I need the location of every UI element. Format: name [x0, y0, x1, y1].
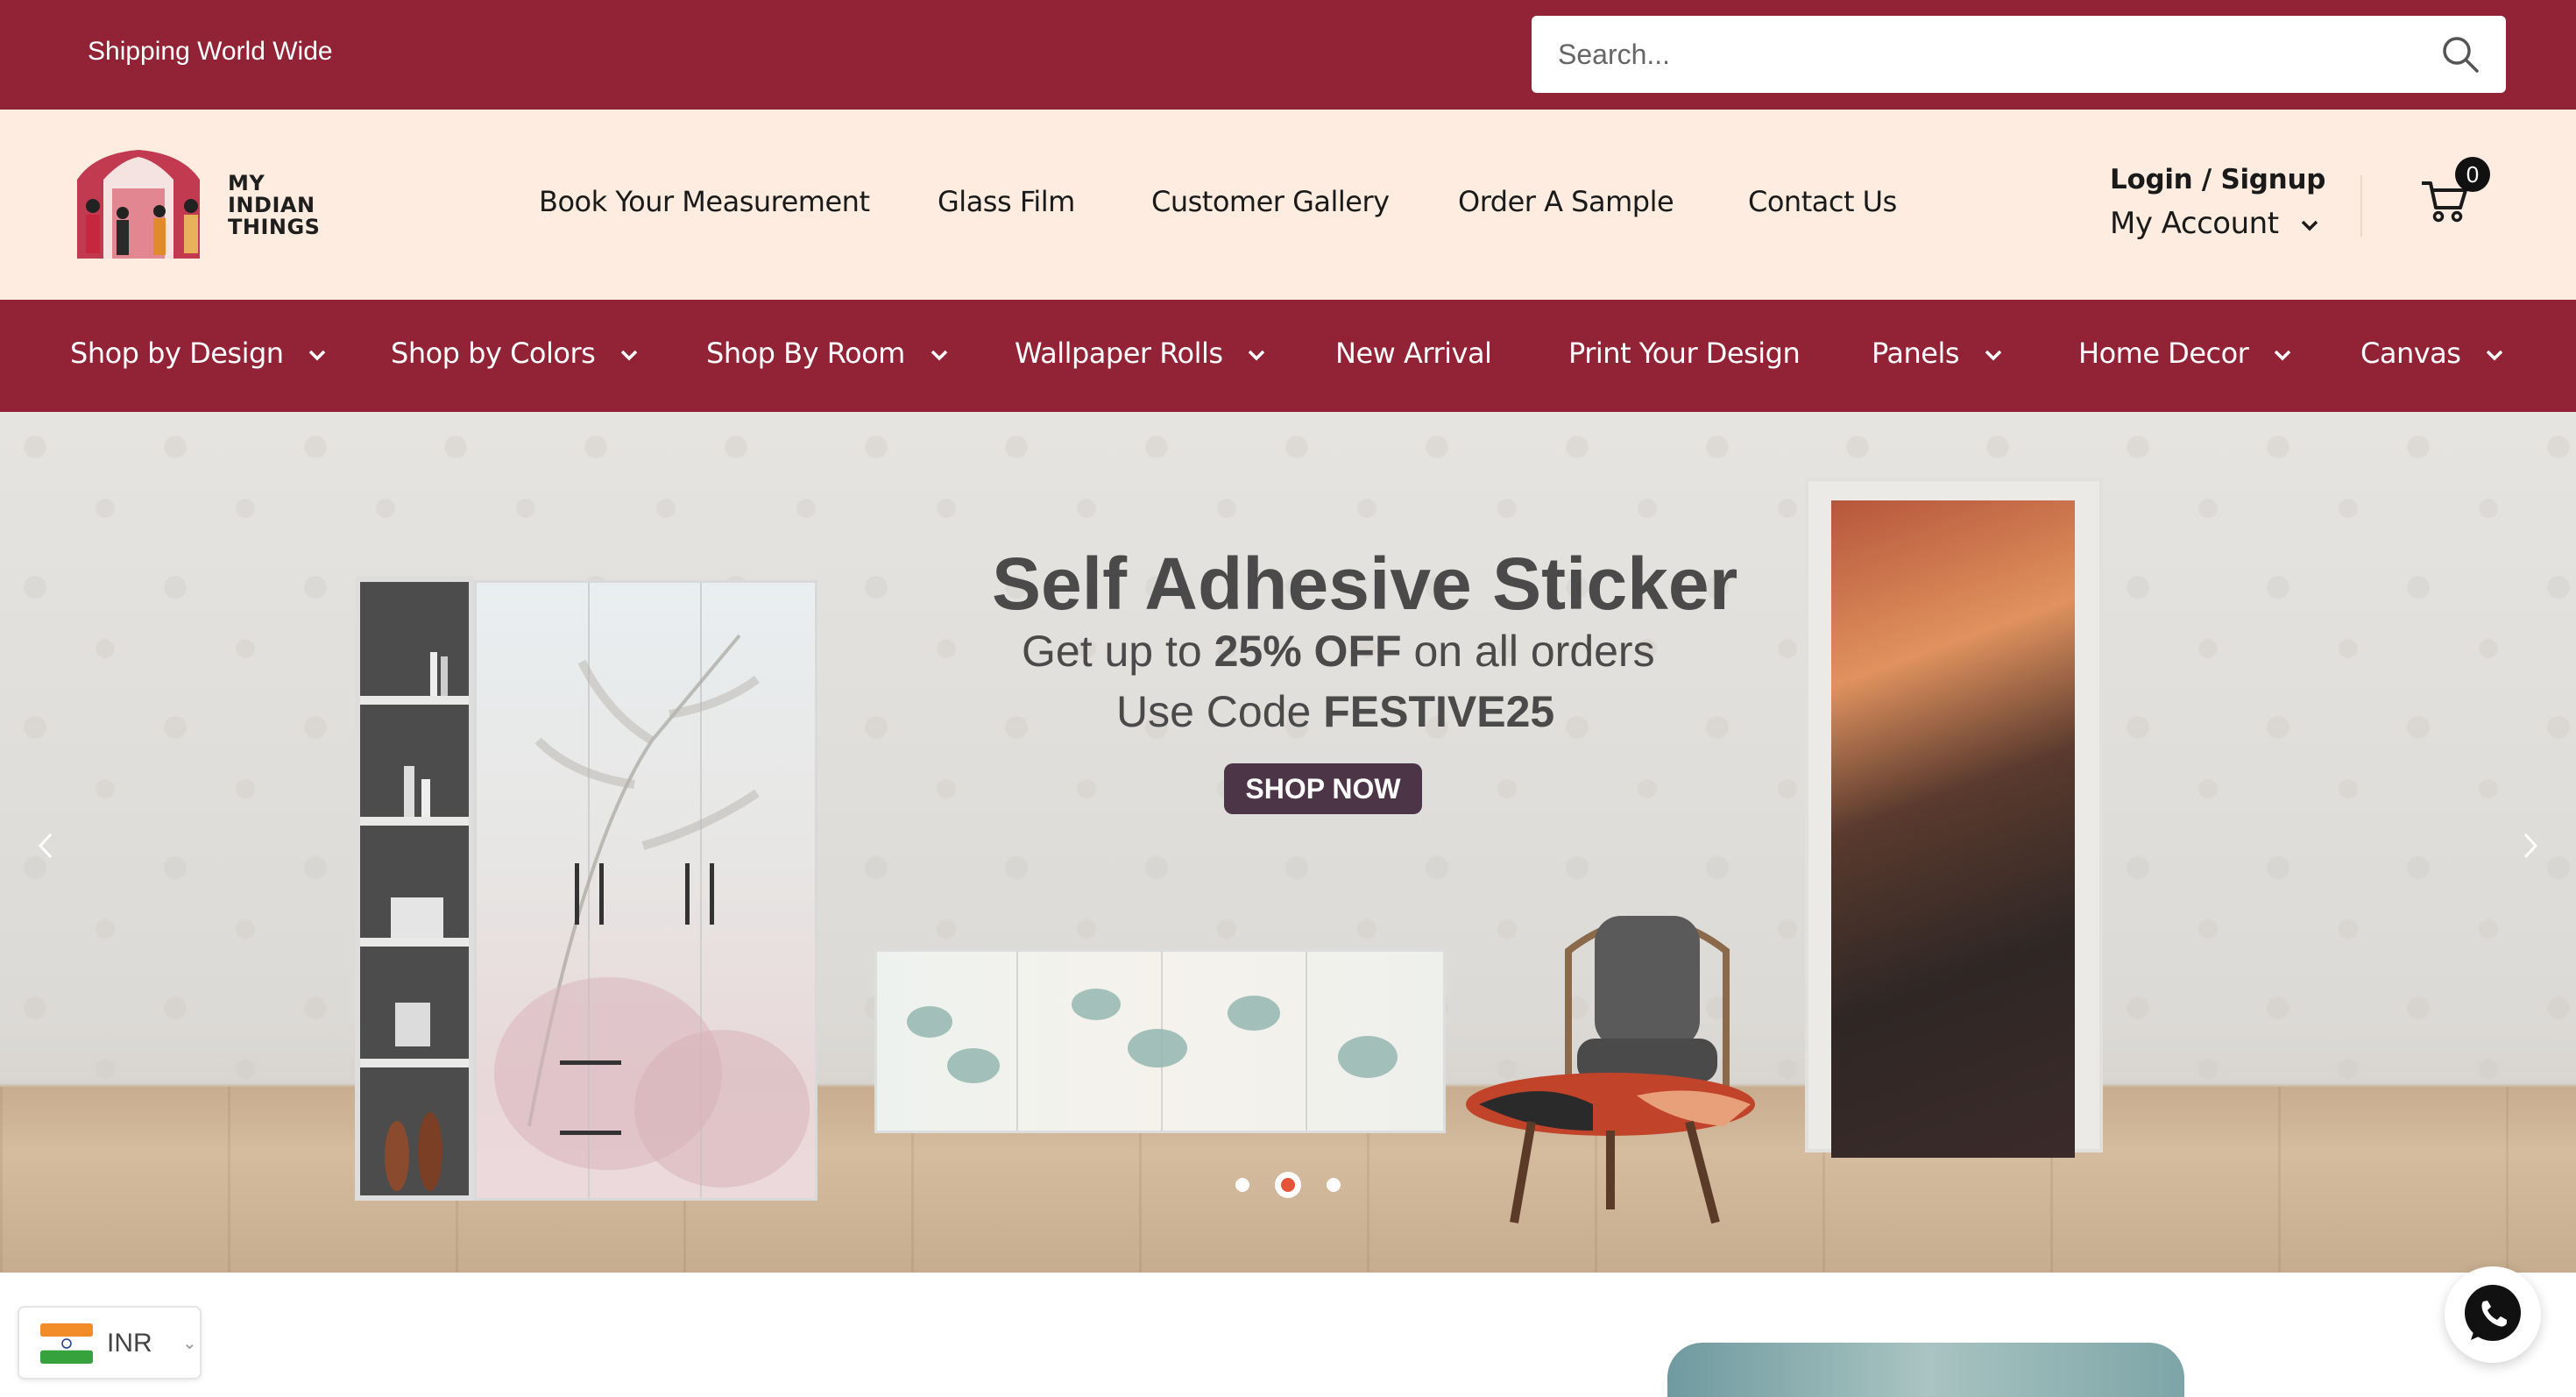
hero-code-text: Use Code FESTIVE25 [1116, 686, 1554, 737]
hero-headline: Self Adhesive Sticker [992, 542, 1738, 625]
account-menu[interactable]: Login / Signup My Account [2110, 164, 2325, 241]
login-signup-link[interactable]: Login / Signup [2110, 164, 2325, 195]
category-nav: Shop by Design Shop by Colors Shop By Ro… [0, 300, 2576, 412]
hero-slider[interactable]: Self Adhesive Sticker Get up to 25% OFF … [0, 412, 2576, 1273]
category-label: Panels [1872, 337, 1960, 370]
category-label: Home Decor [2078, 337, 2249, 370]
logo-line-1: MY [228, 171, 265, 195]
category-label: New Arrival [1335, 337, 1492, 370]
india-flag-icon [40, 1323, 93, 1364]
chevron-left-icon[interactable] [28, 824, 63, 868]
header-divider [2360, 175, 2362, 237]
category-canvas[interactable]: Canvas [2360, 337, 2504, 370]
promo-suffix: on all orders [1401, 627, 1655, 676]
whatsapp-chat-button[interactable] [2445, 1266, 2541, 1363]
category-print-your-design[interactable]: Print Your Design [1568, 337, 1801, 370]
shipping-text: Shipping World Wide [88, 37, 333, 66]
logo-wordmark: MY INDIAN THINGS [228, 173, 320, 238]
my-account-label: My Account [2110, 206, 2279, 241]
chevron-right-icon[interactable] [2513, 824, 2548, 868]
nav-glass-film[interactable]: Glass Film [938, 185, 1075, 218]
category-shop-by-colors[interactable]: Shop by Colors [391, 337, 639, 370]
door-mural-image [1805, 478, 2103, 1158]
nav-contact-us[interactable]: Contact Us [1748, 185, 1897, 218]
hero-discount-text: Get up to 25% OFF on all orders [1022, 626, 1655, 677]
featured-product-image[interactable] [1667, 1343, 2184, 1397]
nav-order-sample[interactable]: Order A Sample [1458, 185, 1674, 218]
slide-dot-3[interactable] [1327, 1178, 1341, 1192]
cart-button[interactable]: 0 [2418, 157, 2490, 227]
category-shop-by-room[interactable]: Shop By Room [706, 337, 949, 370]
search-bar[interactable] [1532, 16, 2506, 93]
side-table-image [1466, 1073, 1755, 1224]
chevron-down-icon [2274, 350, 2291, 361]
category-wallpaper-rolls[interactable]: Wallpaper Rolls [1015, 337, 1266, 370]
wardrobe-image [474, 580, 817, 1201]
logo-line-2: INDIAN [228, 193, 315, 217]
category-label: Shop by Colors [391, 337, 596, 370]
nav-customer-gallery[interactable]: Customer Gallery [1151, 185, 1390, 218]
sideboard-image [874, 949, 1446, 1192]
search-icon[interactable] [2439, 33, 2481, 75]
category-label: Shop by Design [70, 337, 284, 370]
site-logo[interactable]: MY INDIAN THINGS [68, 145, 331, 267]
slider-dots[interactable] [1227, 1167, 1349, 1202]
whatsapp-icon [2465, 1285, 2521, 1341]
currency-selector[interactable]: INR ⌄ [18, 1306, 202, 1379]
cart-count-badge: 0 [2455, 157, 2490, 192]
promo-code: FESTIVE25 [1323, 687, 1555, 736]
couple-mural-art [1831, 500, 2075, 1158]
logo-line-3: THINGS [228, 215, 321, 239]
shop-now-button[interactable]: SHOP NOW [1224, 763, 1422, 814]
slide-dot-2-active [1281, 1178, 1295, 1192]
category-home-decor[interactable]: Home Decor [2078, 337, 2292, 370]
chevron-down-icon [1985, 350, 2001, 361]
site-header: MY INDIAN THINGS Book Your Measurement G… [0, 110, 2576, 300]
slide-dot-1[interactable] [1235, 1178, 1249, 1192]
promo-discount: 25% OFF [1214, 627, 1402, 676]
category-panels[interactable]: Panels [1872, 337, 2003, 370]
category-label: Print Your Design [1568, 337, 1801, 370]
search-input[interactable] [1558, 16, 2399, 93]
chevron-down-icon [308, 350, 326, 361]
category-new-arrival[interactable]: New Arrival [1335, 337, 1492, 370]
category-label: Canvas [2360, 337, 2461, 370]
category-label: Wallpaper Rolls [1015, 337, 1223, 370]
chevron-down-icon [620, 350, 638, 361]
chevron-down-icon [2486, 350, 2503, 361]
bookshelf-image [355, 577, 474, 1201]
chevron-down-icon [2301, 220, 2318, 230]
promo-prefix: Get up to [1022, 627, 1214, 676]
currency-code: INR [107, 1329, 152, 1358]
logo-tent-icon [77, 150, 200, 259]
code-prefix: Use Code [1116, 687, 1324, 736]
nav-book-measurement[interactable]: Book Your Measurement [539, 185, 870, 218]
chevron-down-icon [931, 350, 947, 361]
chevron-down-icon: ⌄ [182, 1334, 197, 1353]
category-label: Shop By Room [706, 337, 905, 370]
my-account-dropdown[interactable]: My Account [2110, 206, 2319, 241]
announcement-bar: Shipping World Wide [0, 0, 2576, 110]
category-shop-by-design[interactable]: Shop by Design [70, 337, 327, 370]
chevron-down-icon [1248, 350, 1265, 361]
